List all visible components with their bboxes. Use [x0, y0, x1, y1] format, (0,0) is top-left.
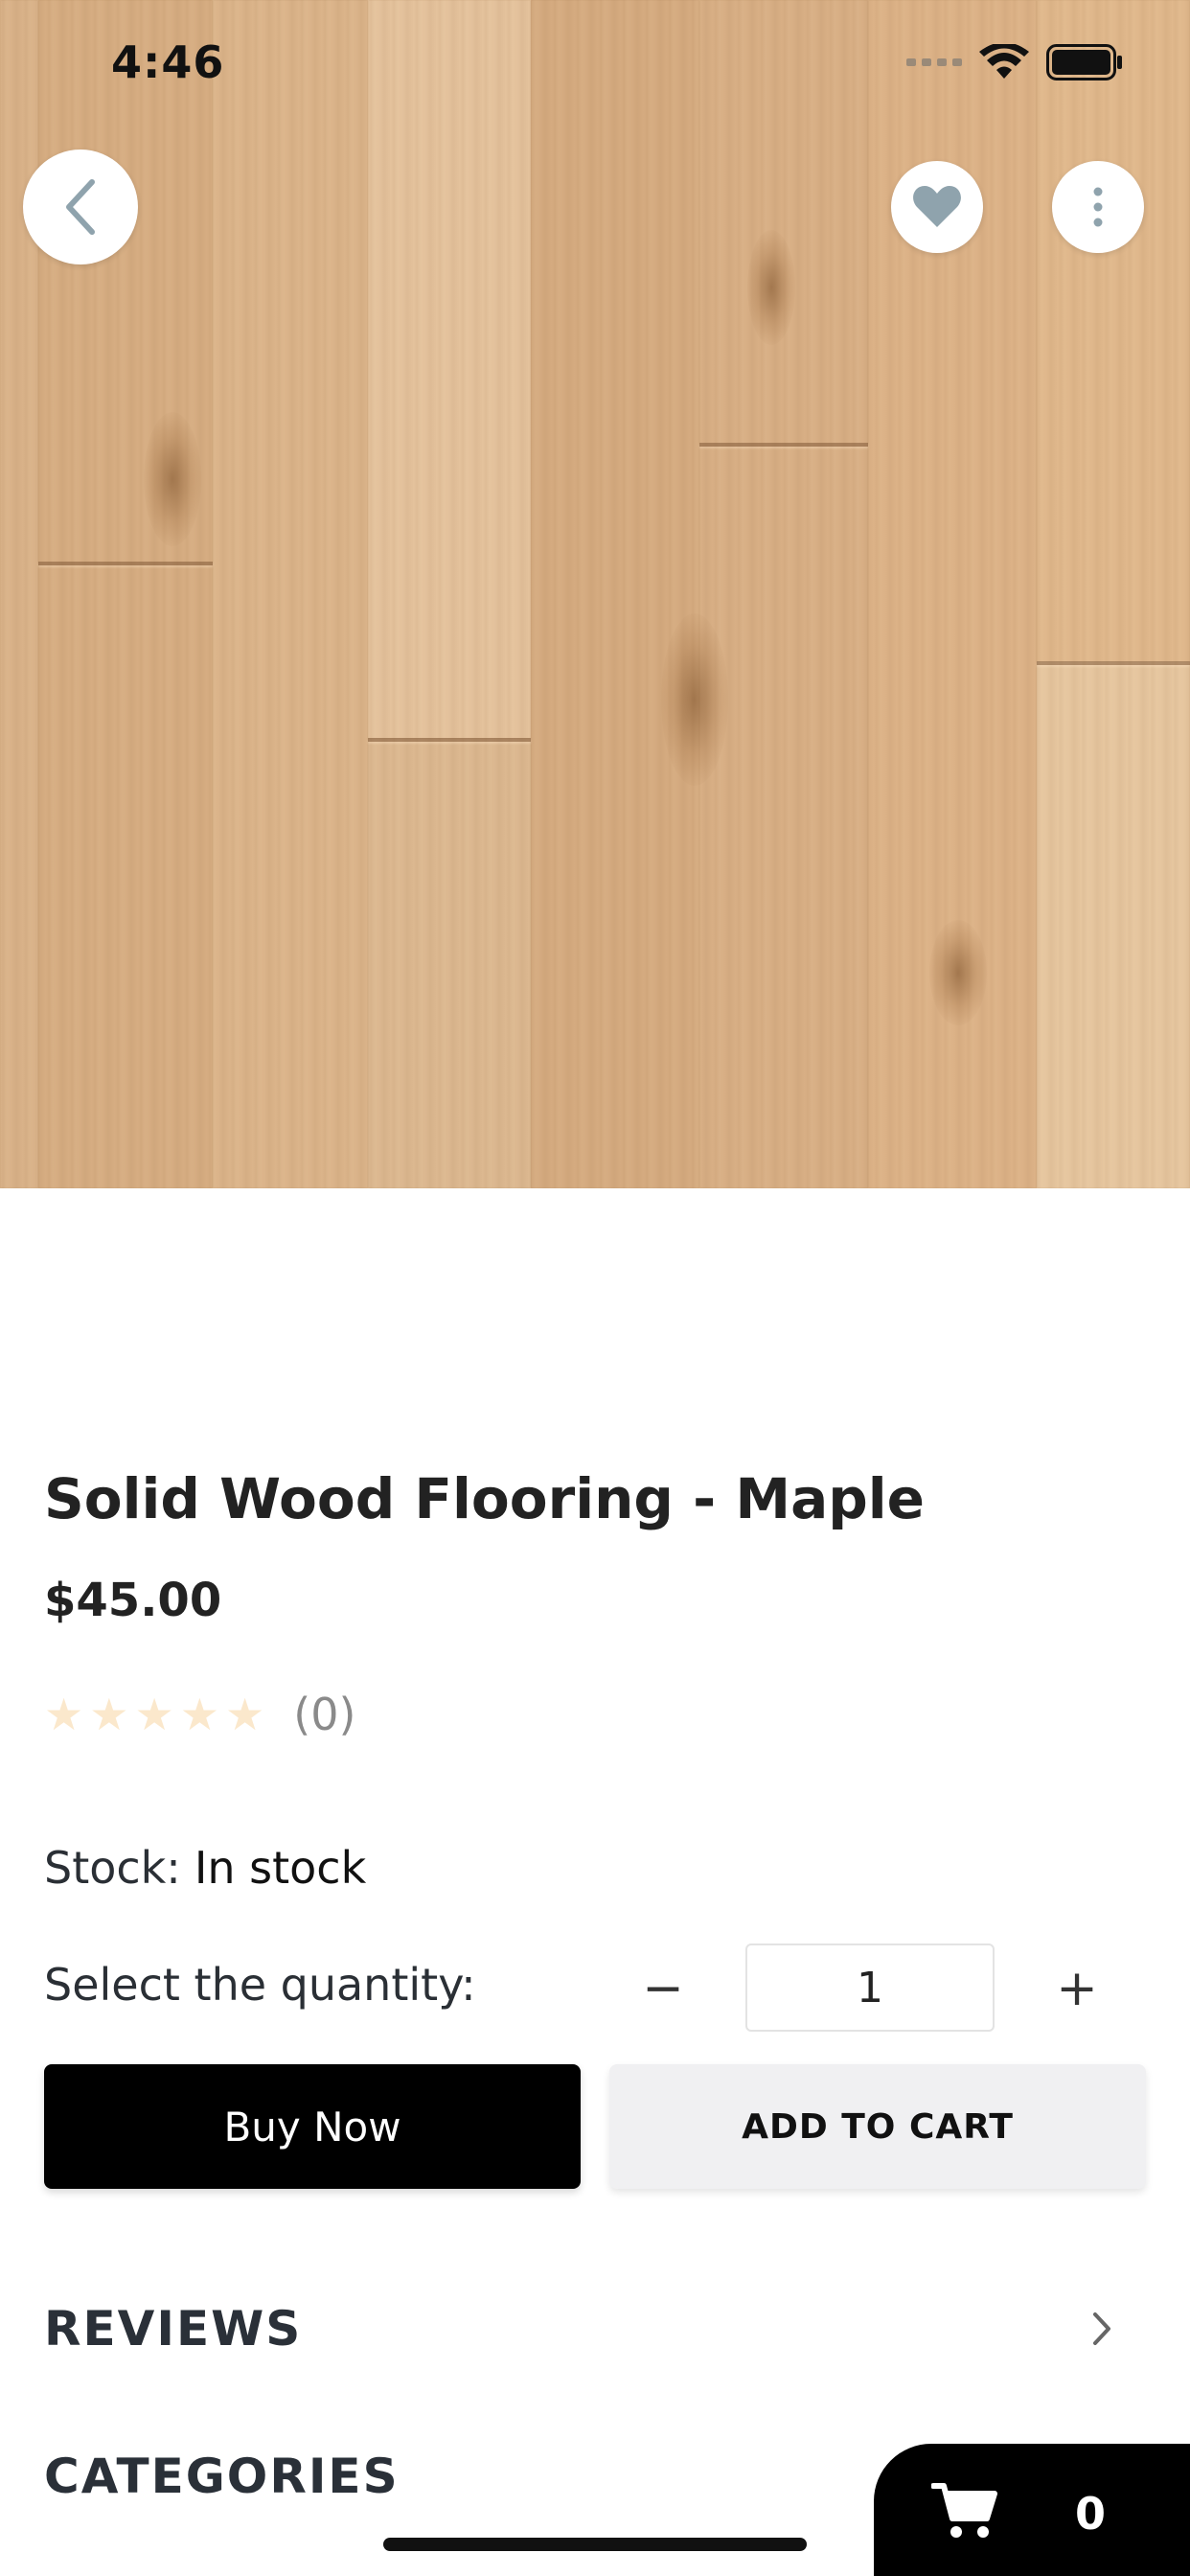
buy-now-button[interactable]: Buy Now [44, 2064, 581, 2189]
quantity-input[interactable] [745, 1944, 995, 2032]
reviews-section[interactable]: REVIEWS [44, 2294, 1146, 2363]
quantity-label: Select the quantity: [44, 1959, 476, 2011]
rating-count: (0) [293, 1689, 356, 1740]
stock-status: Stock: In stock [44, 1842, 366, 1894]
star-icon: ★ [44, 1689, 84, 1740]
chevron-left-icon [66, 179, 95, 235]
star-rating: ★ ★ ★ ★ ★ [44, 1692, 264, 1736]
reviews-title: REVIEWS [44, 2301, 303, 2357]
star-icon: ★ [225, 1689, 265, 1740]
product-detail-screen: 4:46 Solid Wood Flooring - Maple $45.00 … [0, 0, 1190, 2576]
back-button[interactable] [23, 150, 138, 264]
product-rating[interactable]: ★ ★ ★ ★ ★ (0) [44, 1689, 355, 1740]
product-price: $45.00 [44, 1574, 222, 1627]
more-button[interactable] [1052, 161, 1144, 253]
star-icon: ★ [89, 1689, 129, 1740]
more-vertical-icon [1093, 187, 1103, 227]
quantity-increase-button[interactable]: + [1039, 1945, 1115, 2032]
add-to-cart-button[interactable]: ADD TO CART [609, 2064, 1146, 2189]
home-indicator[interactable] [383, 2538, 807, 2551]
status-time: 4:46 [111, 36, 225, 88]
categories-title: CATEGORIES [44, 2449, 400, 2504]
star-icon: ★ [179, 1689, 219, 1740]
chevron-right-icon [1093, 2312, 1110, 2345]
product-image [0, 0, 1190, 1188]
battery-icon [1046, 44, 1122, 80]
cart-icon [931, 2483, 997, 2538]
signal-icon [906, 58, 962, 66]
stock-value: In stock [194, 1842, 367, 1894]
star-icon: ★ [134, 1689, 174, 1740]
wifi-icon [979, 44, 1029, 79]
favorite-button[interactable] [891, 161, 983, 253]
stock-label: Stock: [44, 1842, 181, 1894]
status-icons [906, 44, 1123, 80]
quantity-decrease-button[interactable]: − [625, 1945, 701, 2032]
heart-icon [913, 186, 961, 227]
cart-count: 0 [1075, 2488, 1107, 2540]
product-title: Solid Wood Flooring - Maple [44, 1466, 925, 1531]
cart-button[interactable]: 0 [874, 2444, 1190, 2576]
